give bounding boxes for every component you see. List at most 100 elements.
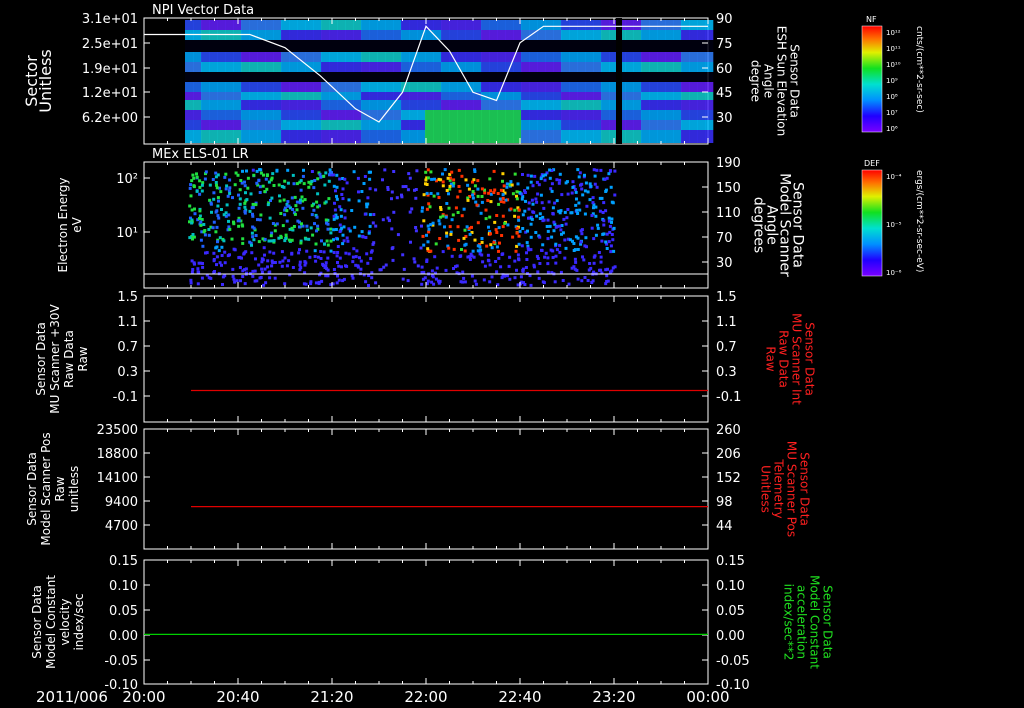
spectrogram-cell [372, 213, 376, 216]
spectrogram-cell [539, 193, 543, 197]
spectrogram-cell [585, 72, 594, 82]
spectrogram-cell [551, 212, 555, 216]
spectrogram-cell [569, 130, 578, 143]
spectrogram-cell [461, 270, 465, 274]
spectrogram-cell [641, 20, 650, 30]
spectrogram-cell [315, 215, 319, 219]
spectrogram-cell [633, 40, 642, 52]
colorbar-def-label: DEF [864, 159, 880, 168]
spectrogram-cell [505, 120, 514, 130]
spectrogram-cell [335, 173, 339, 177]
spectrogram-cell [571, 185, 575, 189]
spectrogram-cell [281, 92, 290, 100]
spectrogram-cell [585, 20, 594, 30]
spectrogram-cell [625, 30, 634, 40]
spectrogram-cell [196, 270, 200, 274]
spectrogram-cell [185, 52, 194, 62]
spectrogram-cell [283, 179, 287, 183]
spectrogram-cell [449, 130, 458, 143]
spectrogram-cell [243, 282, 247, 286]
spectrogram-cell [501, 179, 504, 183]
spectrogram-cell [401, 120, 410, 130]
spectrogram-cell [545, 30, 554, 40]
spectrogram-cell [385, 30, 394, 40]
spectrogram-cell [456, 211, 460, 214]
spectrogram-cell [329, 72, 338, 82]
spectrogram-cell [237, 206, 241, 210]
spectrogram-cell [278, 194, 281, 198]
spectrogram-cell [570, 211, 574, 215]
spectrogram-cell [214, 175, 218, 179]
y-tick-label-right: -0.05 [716, 654, 750, 669]
y-axis-title-line: Model Constant [44, 575, 58, 669]
spectrogram-cell [610, 220, 613, 224]
spectrogram-cell [390, 247, 394, 251]
spectrogram-cell [191, 268, 195, 271]
spectrogram-cell [225, 62, 234, 72]
spectrogram-cell [420, 265, 424, 269]
spectrogram-cell [472, 255, 476, 259]
spectrogram-cell [553, 52, 562, 62]
spectrogram-cell [251, 212, 254, 216]
spectrogram-cell [613, 193, 617, 197]
spectrogram-cell [393, 110, 402, 120]
spectrogram-cell [633, 100, 642, 110]
spectrogram-cell [539, 177, 543, 181]
spectrogram-cell [396, 233, 400, 237]
spectrogram-cell [633, 92, 642, 100]
spectrogram-cell [297, 30, 306, 40]
y-tick-label-right: 1.5 [716, 290, 737, 305]
spectrogram-cell [573, 257, 577, 261]
spectrogram-cell [457, 82, 466, 92]
spectrogram-cell [574, 260, 578, 264]
spectrogram-cell [457, 185, 461, 188]
spectrogram-cell [574, 203, 578, 207]
spectrogram-cell [429, 223, 433, 227]
spectrogram-cell [338, 256, 342, 260]
spectrogram-cell [337, 20, 346, 30]
spectrogram-cell [273, 20, 282, 30]
spectrogram-cell [546, 256, 550, 260]
spectrogram-cell [361, 72, 370, 82]
spectrogram-cell [201, 100, 210, 110]
spectrogram-cell [317, 282, 321, 285]
spectrogram-cell [408, 210, 412, 214]
spectrogram-cell [393, 100, 402, 110]
spectrogram-cell [257, 72, 266, 82]
spectrogram-cell [604, 188, 608, 192]
spectrogram-cell [225, 72, 234, 82]
spectrogram-cell [200, 276, 204, 280]
spectrogram-cell [473, 40, 482, 52]
spectrogram-cell [193, 92, 202, 100]
spectrogram-cell [299, 179, 303, 183]
spectrogram-cell [557, 209, 561, 213]
spectrogram-cell [463, 249, 467, 253]
spectrogram-cell [480, 187, 484, 191]
spectrogram-cell [468, 255, 472, 259]
spectrogram-cell [377, 92, 386, 100]
spectrogram-cell [605, 274, 609, 278]
spectrogram-cell [369, 250, 373, 254]
spectrogram-cell [625, 52, 634, 62]
spectrogram-cell [361, 82, 370, 92]
spectrogram-cell [271, 222, 275, 225]
spectrogram-cell [337, 278, 341, 282]
spectrogram-cell [529, 110, 538, 120]
spectrogram-cell [560, 193, 564, 197]
spectrogram-cell [353, 130, 362, 143]
spectrogram-cell [527, 207, 531, 211]
y-tick-label-right: 0.10 [716, 579, 745, 594]
spectrogram-cell [452, 267, 455, 270]
spectrogram-cell [565, 216, 569, 220]
spectrogram-cell [460, 248, 463, 251]
spectrogram-cell [447, 192, 450, 196]
spectrogram-cell [598, 196, 602, 200]
spectrogram-cell [429, 249, 433, 253]
spectrogram-cell [528, 274, 532, 278]
spectrogram-cell [495, 270, 499, 274]
spectrogram-cell [433, 177, 436, 181]
spectrogram-cell [351, 255, 355, 259]
spectrogram-cell [409, 20, 418, 30]
spectrogram-cell [277, 236, 281, 240]
spectrogram-cell [273, 261, 277, 264]
